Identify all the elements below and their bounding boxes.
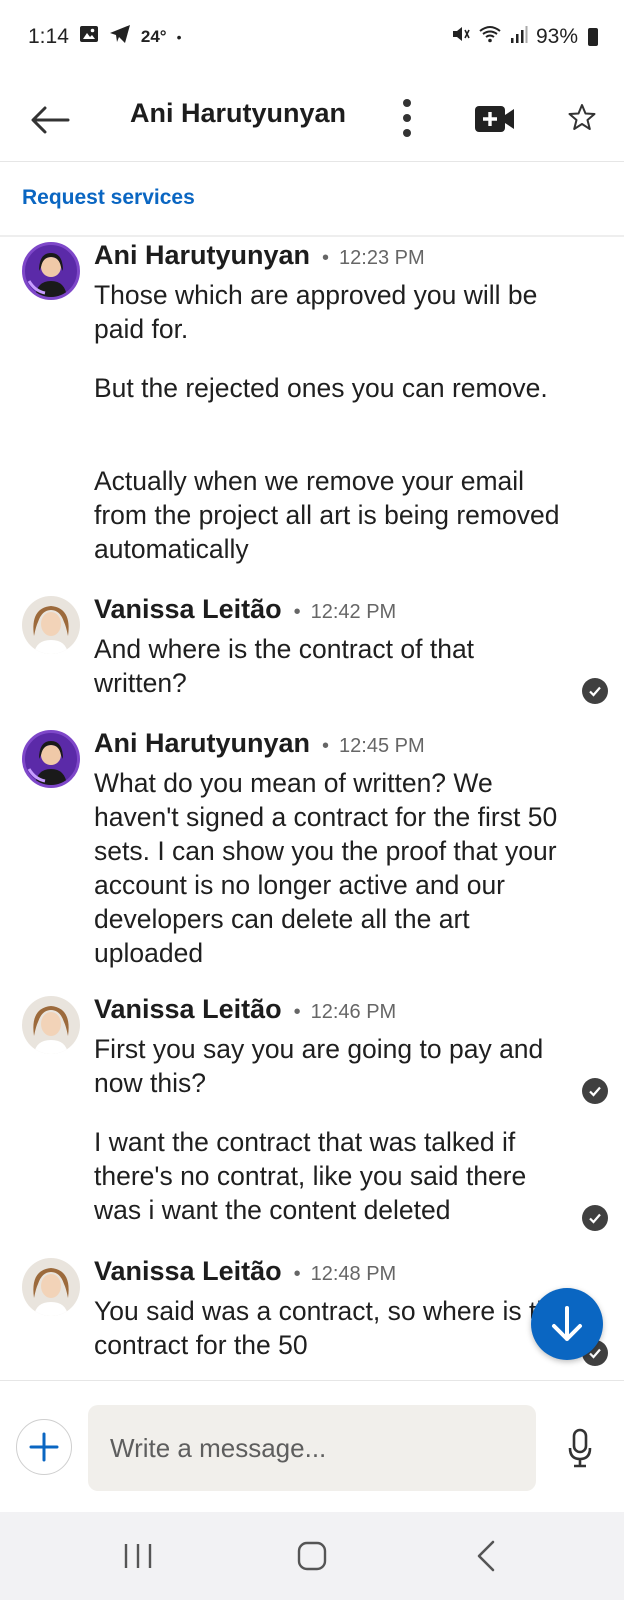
- message-text: What do you mean of written? We haven't …: [94, 768, 558, 968]
- arrow-down-icon: [552, 1306, 582, 1341]
- conversation-title[interactable]: Ani Harutyunyan: [130, 98, 346, 129]
- gallery-icon: [79, 24, 99, 50]
- chevron-left-icon: [477, 1540, 495, 1572]
- add-attachment-button[interactable]: [16, 1419, 72, 1475]
- message-time: 12:48 PM: [310, 1263, 397, 1285]
- message-header: Vanissa Leitão • 12:42 PM: [94, 594, 396, 625]
- more-vertical-icon: [403, 99, 411, 137]
- message-header: Ani Harutyunyan • 12:23 PM: [94, 240, 425, 271]
- battery-icon: [588, 28, 598, 46]
- system-navigation-bar: [0, 1512, 624, 1600]
- message-list[interactable]: Ani Harutyunyan • 12:23 PM Those which a…: [0, 238, 624, 1380]
- status-right: 93%: [450, 24, 598, 50]
- home-button[interactable]: [290, 1536, 334, 1576]
- wifi-icon: [478, 24, 502, 50]
- notification-dot: •: [176, 29, 182, 45]
- message-input[interactable]: [88, 1405, 536, 1491]
- battery-level: 93%: [535, 25, 578, 48]
- back-button[interactable]: [26, 96, 74, 144]
- separator-dot: •: [293, 601, 301, 623]
- message-header: Ani Harutyunyan • 12:45 PM: [94, 728, 425, 759]
- separator-dot: •: [293, 1001, 301, 1023]
- message-text: You said was a contract, so where is the…: [94, 1296, 566, 1360]
- sender-name[interactable]: Ani Harutyunyan: [94, 728, 310, 759]
- read-receipt-icon: [582, 678, 608, 704]
- message-text: I want the contract that was talked if t…: [94, 1127, 527, 1225]
- read-receipt-icon: [582, 1205, 608, 1231]
- telegram-icon: [109, 24, 131, 50]
- mute-icon: [450, 24, 470, 50]
- separator-dot: •: [322, 735, 330, 757]
- home-icon: [297, 1541, 327, 1571]
- message-time: 12:23 PM: [339, 247, 425, 269]
- microphone-icon: [568, 1428, 592, 1468]
- avatar[interactable]: [22, 996, 80, 1054]
- message-text: But the rejected ones you can remove.: [94, 373, 548, 403]
- temperature: 24°: [140, 27, 167, 46]
- message-time: 12:46 PM: [310, 1001, 397, 1023]
- separator-dot: •: [322, 247, 330, 269]
- recent-apps-button[interactable]: [116, 1538, 160, 1574]
- video-call-button[interactable]: [472, 96, 518, 142]
- avatar[interactable]: [22, 596, 80, 654]
- avatar[interactable]: [22, 1258, 80, 1316]
- message-text: And where is the contract of that writte…: [94, 634, 475, 698]
- read-receipt-icon: [582, 1078, 608, 1104]
- voice-message-button[interactable]: [562, 1425, 598, 1471]
- message-header: Vanissa Leitão • 12:48 PM: [94, 1256, 396, 1287]
- sender-name[interactable]: Vanissa Leitão: [94, 1256, 282, 1287]
- sender-name[interactable]: Vanissa Leitão: [94, 994, 282, 1025]
- signal-icon: [510, 24, 528, 50]
- message-text: Actually when we remove your email from …: [94, 466, 560, 564]
- sender-name[interactable]: Vanissa Leitão: [94, 594, 282, 625]
- request-services-link[interactable]: Request services: [22, 186, 195, 210]
- more-options-button[interactable]: [392, 92, 422, 144]
- recents-icon: [124, 1544, 152, 1568]
- avatar[interactable]: [22, 242, 80, 300]
- sender-name[interactable]: Ani Harutyunyan: [94, 240, 310, 271]
- system-back-button[interactable]: [466, 1536, 506, 1576]
- video-call-icon: [475, 106, 514, 132]
- star-icon: [568, 104, 596, 130]
- avatar[interactable]: [22, 730, 80, 788]
- message-header: Vanissa Leitão • 12:46 PM: [94, 994, 396, 1025]
- message-time: 12:45 PM: [339, 735, 425, 757]
- status-left: 1:14 24° •: [28, 24, 182, 50]
- conversation-header: Ani Harutyunyan: [0, 78, 624, 162]
- separator-dot: •: [293, 1263, 301, 1285]
- back-arrow-icon: [31, 106, 70, 134]
- message-text: Those which are approved you will be pai…: [94, 280, 538, 344]
- star-button[interactable]: [560, 94, 604, 140]
- message-text: First you say you are going to pay and n…: [94, 1034, 544, 1098]
- message-composer: [0, 1380, 624, 1512]
- clock: 1:14: [28, 25, 69, 48]
- message-time: 12:42 PM: [310, 601, 397, 623]
- scroll-to-bottom-button[interactable]: [531, 1288, 603, 1360]
- request-services-bar: Request services: [0, 163, 624, 237]
- status-bar: 1:14 24° • 93%: [0, 0, 624, 78]
- plus-icon: [29, 1432, 59, 1462]
